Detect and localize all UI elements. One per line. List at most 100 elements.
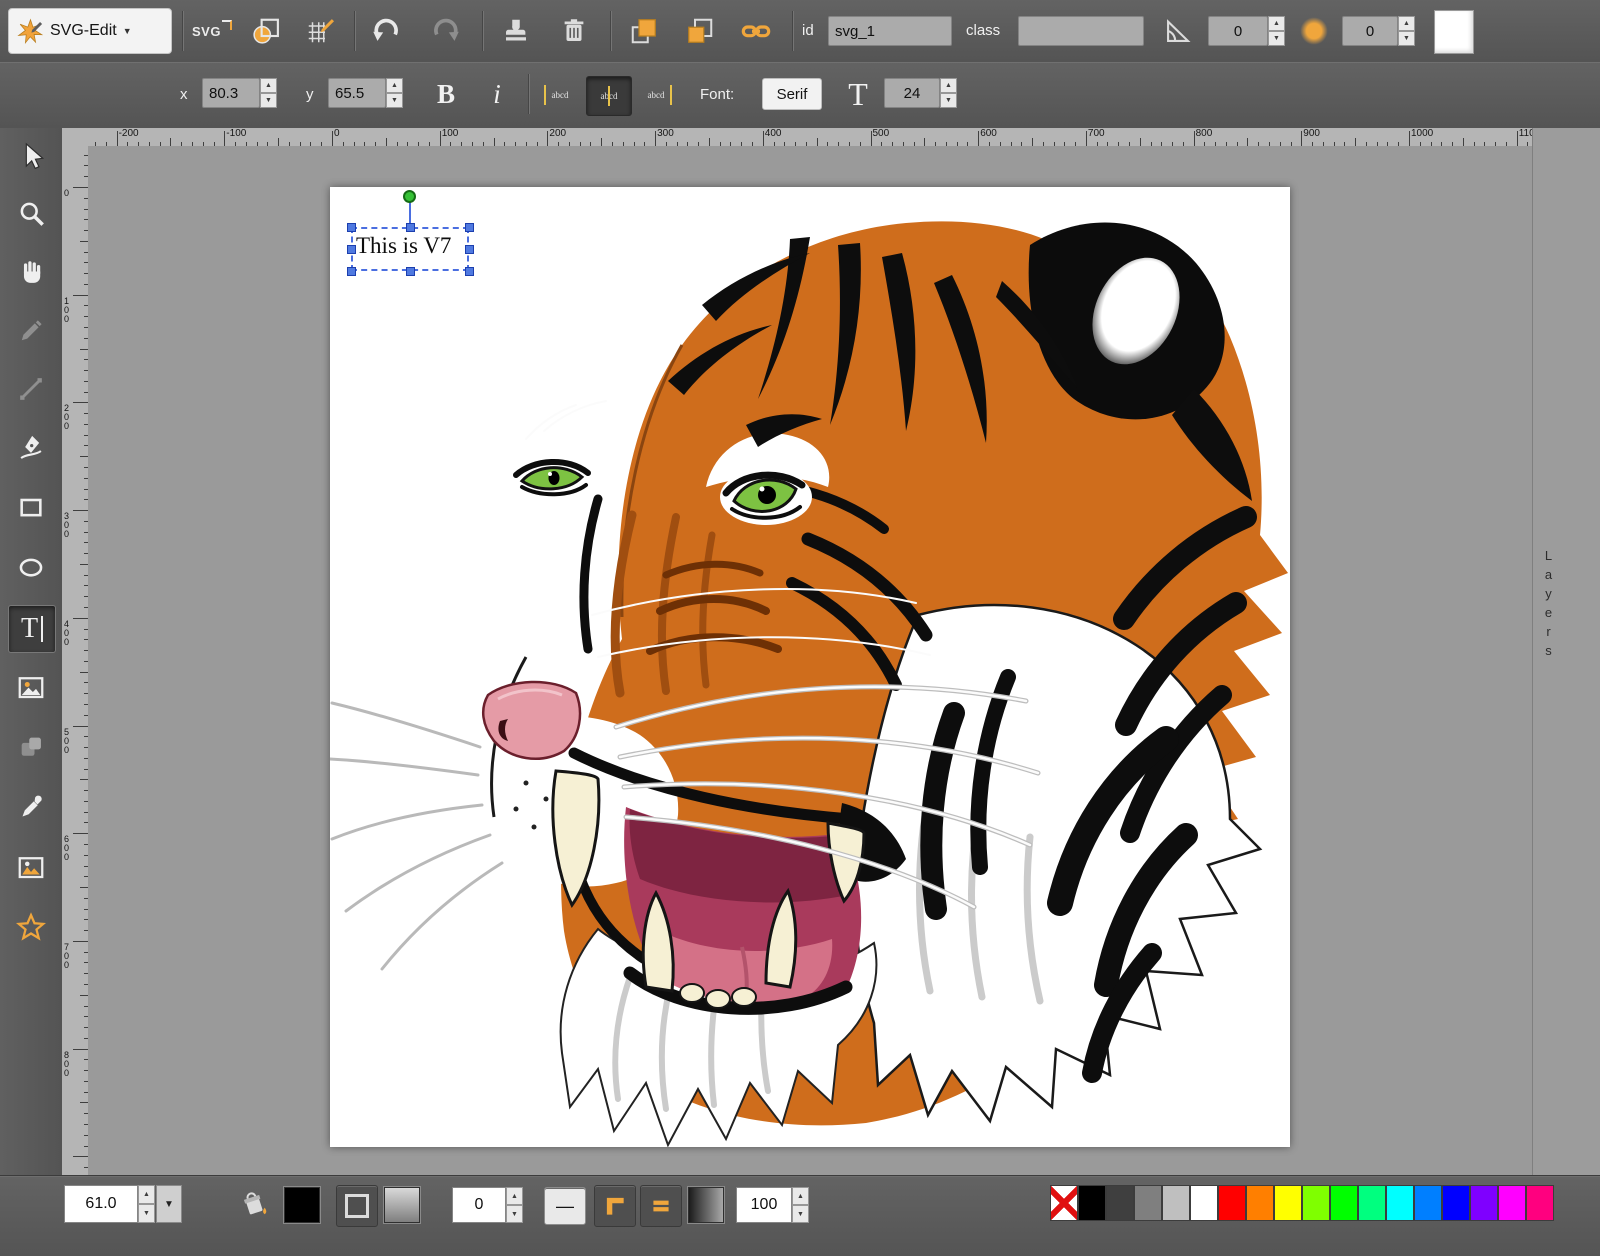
selection-handle-w[interactable] <box>347 245 356 254</box>
palette-swatch[interactable] <box>1106 1185 1134 1221</box>
clone-button[interactable] <box>494 9 538 53</box>
stroke-width-spinner[interactable]: ▲▼ <box>506 1187 523 1223</box>
text-tool-button[interactable]: T <box>8 605 56 653</box>
selection-handle-ne[interactable] <box>465 223 474 232</box>
spinner-down-icon[interactable]: ▼ <box>792 1205 809 1223</box>
move-to-bottom-button[interactable] <box>678 9 722 53</box>
palette-swatch[interactable] <box>1330 1185 1358 1221</box>
editor-grid-button[interactable] <box>298 9 342 53</box>
spinner-up-icon[interactable]: ▲ <box>1398 16 1415 31</box>
image-library-button[interactable] <box>8 844 54 890</box>
selection-handle-nw[interactable] <box>347 223 356 232</box>
palette-swatch[interactable] <box>1498 1185 1526 1221</box>
linecap-button[interactable] <box>640 1185 682 1227</box>
x-spinner[interactable]: ▲▼ <box>260 78 277 108</box>
element-class-input[interactable] <box>1018 16 1144 46</box>
path-tool-button[interactable] <box>8 424 54 470</box>
current-color-indicator[interactable] <box>1434 10 1474 54</box>
italic-button[interactable]: i <box>480 72 514 116</box>
ellipse-tool-button[interactable] <box>8 544 54 590</box>
spinner-down-icon[interactable]: ▼ <box>386 93 403 108</box>
star-tool-button[interactable] <box>8 904 54 950</box>
element-id-input[interactable] <box>828 16 952 46</box>
zoom-input[interactable] <box>64 1185 138 1223</box>
palette-swatch[interactable] <box>1246 1185 1274 1221</box>
rect-tool-button[interactable] <box>8 484 54 530</box>
angle-spinner[interactable]: ▲▼ <box>1268 16 1285 46</box>
redo-button[interactable] <box>424 9 468 53</box>
palette-swatch[interactable] <box>1162 1185 1190 1221</box>
palette-swatch[interactable] <box>1526 1185 1554 1221</box>
text-anchor-middle-button[interactable]: abcd <box>586 76 632 116</box>
shape-library-button[interactable] <box>8 724 54 770</box>
spinner-up-icon[interactable]: ▲ <box>138 1185 155 1204</box>
stroke-width-input[interactable] <box>452 1187 506 1223</box>
linejoin-button[interactable] <box>594 1185 636 1227</box>
main-menu-button[interactable]: SVG-Edit ▼ <box>8 8 172 54</box>
spinner-down-icon[interactable]: ▼ <box>1268 31 1285 46</box>
zoom-tool-button[interactable] <box>8 190 54 236</box>
spinner-down-icon[interactable]: ▼ <box>940 93 957 108</box>
edit-source-button[interactable]: SVG <box>190 9 234 53</box>
stroke-style-button[interactable]: — <box>544 1187 586 1225</box>
spinner-up-icon[interactable]: ▲ <box>386 78 403 93</box>
selection-handle-s[interactable] <box>406 267 415 276</box>
opacity-gradient-swatch[interactable] <box>688 1187 724 1223</box>
palette-swatch[interactable] <box>1414 1185 1442 1221</box>
spinner-down-icon[interactable]: ▼ <box>138 1204 155 1223</box>
spinner-down-icon[interactable]: ▼ <box>1398 31 1415 46</box>
selection-handle-e[interactable] <box>465 245 474 254</box>
stroke-color-tool[interactable] <box>336 1185 378 1227</box>
fill-color-swatch[interactable] <box>284 1187 320 1223</box>
spinner-up-icon[interactable]: ▲ <box>1268 16 1285 31</box>
selection-handle-n[interactable] <box>406 223 415 232</box>
selection-handle-sw[interactable] <box>347 267 356 276</box>
text-anchor-end-button[interactable]: abcd <box>634 76 678 114</box>
zoom-spinner[interactable]: ▲▼ <box>138 1185 155 1223</box>
pencil-tool-button[interactable] <box>8 308 54 354</box>
text-anchor-start-button[interactable]: abcd <box>538 76 582 114</box>
wireframe-button[interactable] <box>244 9 288 53</box>
blur-spinner[interactable]: ▲▼ <box>1398 16 1415 46</box>
palette-swatch-none[interactable] <box>1050 1185 1078 1221</box>
palette-swatch[interactable] <box>1442 1185 1470 1221</box>
canvas-text-element[interactable]: This is V7 <box>356 233 451 259</box>
blur-amount-input[interactable] <box>1342 16 1398 46</box>
font-family-button[interactable]: Serif <box>762 78 822 110</box>
spinner-up-icon[interactable]: ▲ <box>506 1187 523 1205</box>
layers-panel-tab[interactable]: Layers <box>1532 128 1600 1176</box>
opacity-spinner[interactable]: ▲▼ <box>792 1187 809 1223</box>
stroke-color-swatch[interactable] <box>384 1187 420 1223</box>
text-y-input[interactable] <box>328 78 386 108</box>
palette-swatch[interactable] <box>1470 1185 1498 1221</box>
delete-button[interactable] <box>552 9 596 53</box>
palette-swatch[interactable] <box>1274 1185 1302 1221</box>
select-tool-button[interactable] <box>8 132 54 178</box>
pan-tool-button[interactable] <box>8 248 54 294</box>
bold-button[interactable]: B <box>426 72 466 116</box>
palette-swatch[interactable] <box>1358 1185 1386 1221</box>
zoom-dropdown-button[interactable]: ▼ <box>156 1185 182 1223</box>
y-spinner[interactable]: ▲▼ <box>386 78 403 108</box>
rotation-grip[interactable] <box>403 190 416 203</box>
opacity-input[interactable] <box>736 1187 792 1223</box>
font-size-spinner[interactable]: ▲▼ <box>940 78 957 108</box>
spinner-up-icon[interactable]: ▲ <box>940 78 957 93</box>
make-link-button[interactable] <box>734 9 778 53</box>
font-size-input[interactable] <box>884 78 940 108</box>
spinner-down-icon[interactable]: ▼ <box>260 93 277 108</box>
selection-handle-se[interactable] <box>465 267 474 276</box>
undo-button[interactable] <box>364 9 408 53</box>
spinner-up-icon[interactable]: ▲ <box>792 1187 809 1205</box>
move-to-top-button[interactable] <box>622 9 666 53</box>
image-tool-button[interactable] <box>8 664 54 710</box>
spinner-down-icon[interactable]: ▼ <box>506 1205 523 1223</box>
palette-swatch[interactable] <box>1386 1185 1414 1221</box>
rotation-angle-input[interactable] <box>1208 16 1268 46</box>
palette-swatch[interactable] <box>1190 1185 1218 1221</box>
palette-swatch[interactable] <box>1302 1185 1330 1221</box>
palette-swatch[interactable] <box>1134 1185 1162 1221</box>
text-x-input[interactable] <box>202 78 260 108</box>
angle-tool[interactable] <box>1158 11 1198 51</box>
drawing-canvas[interactable] <box>330 187 1290 1147</box>
